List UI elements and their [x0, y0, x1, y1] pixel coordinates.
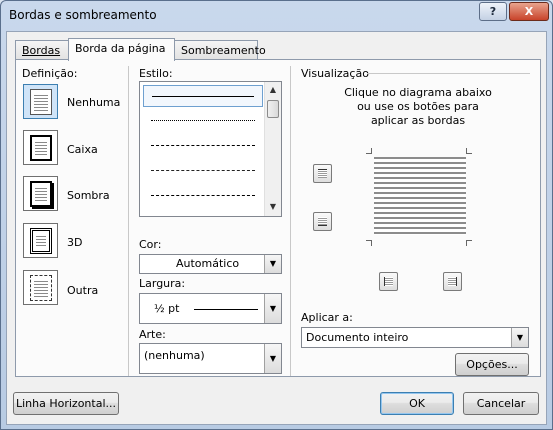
box-border-icon [30, 135, 52, 161]
style-item-dashed[interactable] [143, 160, 263, 182]
cancel-button[interactable]: Cancelar [463, 392, 539, 415]
dialog-title: Bordas e sombreamento [9, 8, 157, 22]
style-item-dashed-short[interactable] [143, 135, 263, 157]
style-scrollbar[interactable]: ▲ ▼ [264, 82, 281, 216]
color-value: Automático [176, 257, 240, 270]
chevron-down-icon[interactable]: ▼ [511, 328, 528, 347]
definition-sombra-label: Sombra [67, 189, 110, 202]
bottom-border-icon [318, 217, 327, 226]
chevron-down-icon[interactable]: ▼ [264, 294, 281, 323]
column-separator [128, 66, 129, 376]
chevron-down-icon[interactable]: ▼ [264, 255, 281, 273]
corner-mark-icon [366, 240, 372, 246]
corner-mark-icon [466, 148, 472, 154]
style-item-dotted[interactable] [143, 110, 263, 132]
width-sample-line [194, 309, 258, 310]
title-bar[interactable]: Bordas e sombreamento ? X [1, 1, 552, 31]
apply-to-dropdown[interactable]: Documento inteiro ▼ [301, 327, 529, 348]
definition-label: Definição: [22, 67, 78, 80]
close-button[interactable]: X [509, 2, 549, 21]
chevron-down-icon[interactable]: ▼ [264, 344, 281, 373]
tab-bordas[interactable]: Bordas [15, 40, 69, 60]
scroll-thumb[interactable] [267, 100, 279, 118]
style-item-dash-dot[interactable] [143, 185, 263, 207]
page-lines-icon [30, 89, 52, 115]
art-label: Arte: [139, 328, 166, 341]
left-border-icon [384, 277, 393, 286]
definition-caixa-label: Caixa [67, 143, 98, 156]
horizontal-line-button[interactable]: Linha Horizontal... [13, 392, 119, 415]
apply-to-value: Documento inteiro [306, 331, 409, 344]
preview-label: Visualização [301, 67, 369, 80]
shadow-border-icon [30, 181, 52, 207]
3d-border-icon [30, 228, 52, 254]
tab-label: Borda da página [75, 42, 166, 55]
style-item-solid[interactable] [143, 85, 263, 107]
preview-group-line [367, 73, 530, 74]
tab-label: Sombreamento [181, 44, 266, 57]
definition-sombra-button[interactable] [23, 176, 58, 211]
definition-3d-label: 3D [67, 236, 83, 249]
tab-label: Bordas [22, 44, 61, 57]
ok-button[interactable]: OK [380, 392, 454, 415]
left-border-button[interactable] [379, 272, 398, 291]
apply-to-label: Aplicar a: [301, 311, 353, 324]
definition-outra-label: Outra [67, 284, 99, 297]
width-value: ½ pt [154, 302, 180, 315]
preview-instructions: Clique no diagrama abaixo ou use os botõ… [344, 86, 492, 127]
color-label: Cor: [139, 238, 162, 251]
tab-sombreamento[interactable]: Sombreamento [174, 40, 266, 60]
top-border-button[interactable] [313, 164, 332, 183]
style-label: Estilo: [139, 67, 173, 80]
preview-diagram[interactable] [374, 157, 466, 235]
right-border-button[interactable] [443, 272, 462, 291]
definition-caixa-button[interactable] [23, 130, 58, 165]
width-dropdown[interactable]: ½ pt ▼ [139, 293, 282, 324]
corner-mark-icon [466, 240, 472, 246]
top-border-icon [318, 169, 327, 178]
definition-3d-button[interactable] [23, 223, 58, 258]
custom-border-icon [30, 275, 52, 301]
column-separator [290, 66, 291, 376]
scroll-down-icon[interactable]: ▼ [265, 199, 281, 215]
options-button[interactable]: Opções... [455, 353, 529, 376]
color-dropdown[interactable]: Automático ▼ [139, 254, 282, 274]
style-listbox[interactable]: ▲ ▼ [139, 81, 282, 217]
corner-mark-icon [366, 148, 372, 154]
art-value: (nenhuma) [144, 349, 205, 362]
definition-nenhuma-label: Nenhuma [67, 96, 121, 109]
art-dropdown[interactable]: (nenhuma) ▼ [139, 343, 282, 374]
definition-nenhuma-button[interactable] [23, 84, 58, 119]
width-label: Largura: [139, 277, 186, 290]
tab-borda-da-pagina[interactable]: Borda da página [68, 38, 175, 61]
definition-outra-button[interactable] [23, 270, 58, 305]
bottom-border-button[interactable] [313, 212, 332, 231]
scroll-up-icon[interactable]: ▲ [265, 82, 281, 98]
right-border-icon [448, 277, 457, 286]
help-button[interactable]: ? [479, 2, 507, 21]
